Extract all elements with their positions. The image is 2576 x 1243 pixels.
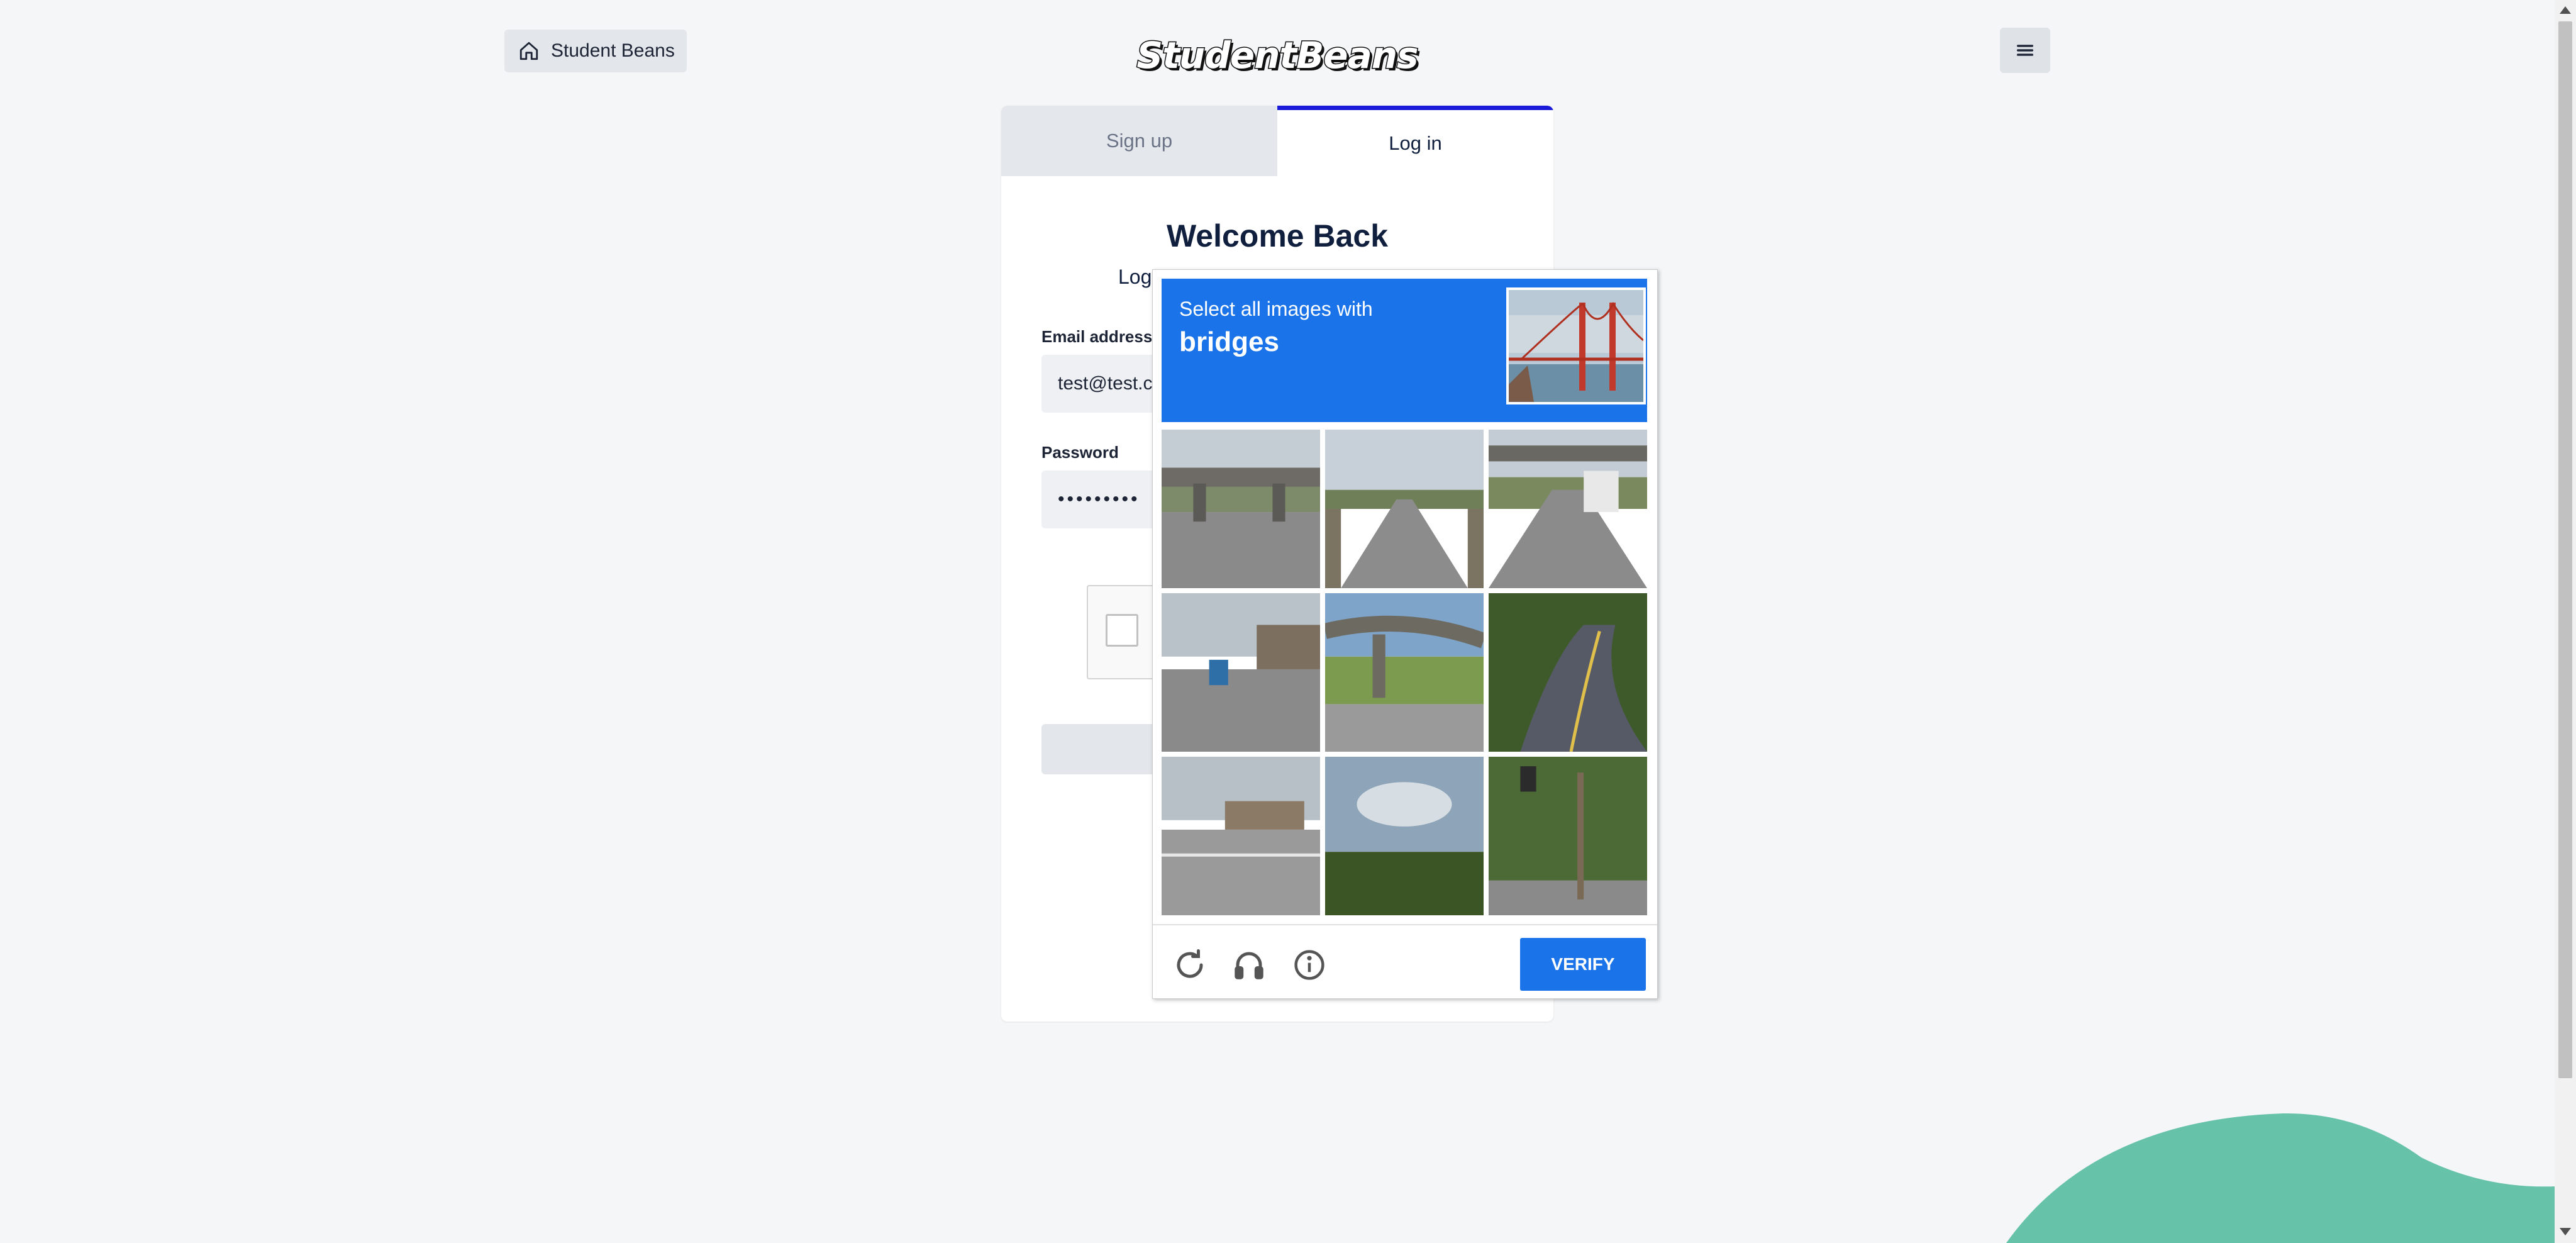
captcha-tile[interactable]	[1325, 757, 1484, 915]
tab-log-in[interactable]: Log in	[1277, 106, 1553, 176]
scroll-down-arrow[interactable]	[2560, 1228, 2571, 1235]
captcha-tile[interactable]	[1325, 430, 1484, 588]
captcha-challenge: Select all images with bridges VERIFY	[1152, 269, 1658, 999]
tab-sign-up[interactable]: Sign up	[1001, 106, 1277, 176]
page-title: Welcome Back	[1166, 218, 1389, 254]
audio-icon[interactable]	[1232, 948, 1266, 982]
verify-button[interactable]: VERIFY	[1520, 938, 1646, 991]
info-icon[interactable]	[1292, 948, 1326, 982]
studentbeans-logo[interactable]: StudentBeans	[1136, 33, 1419, 78]
decorative-blob	[2006, 1113, 2555, 1243]
captcha-tile[interactable]	[1162, 430, 1320, 588]
captcha-example-image	[1506, 287, 1646, 404]
captcha-image-grid	[1162, 430, 1647, 917]
login-subtitle: Log	[1118, 265, 1152, 288]
home-button[interactable]: Student Beans	[504, 30, 687, 72]
captcha-tile[interactable]	[1162, 593, 1320, 752]
captcha-tile[interactable]	[1489, 593, 1647, 752]
scroll-up-arrow[interactable]	[2560, 6, 2571, 14]
captcha-header: Select all images with bridges	[1162, 279, 1647, 422]
scroll-thumb[interactable]	[2558, 21, 2572, 1078]
captcha-keyword: bridges	[1179, 326, 1279, 357]
auth-tabs: Sign up Log in	[1001, 106, 1553, 176]
password-label: Password	[1041, 443, 1119, 462]
page-scrollbar[interactable]	[2555, 0, 2576, 1243]
captcha-prompt: Select all images with	[1179, 298, 1373, 320]
captcha-tile[interactable]	[1162, 757, 1320, 915]
recaptcha-checkbox[interactable]	[1106, 614, 1138, 647]
reload-icon[interactable]	[1173, 948, 1207, 982]
home-button-label: Student Beans	[551, 40, 675, 61]
menu-button[interactable]	[2000, 28, 2050, 73]
captcha-footer: VERIFY	[1153, 924, 1657, 1000]
email-label: Email address	[1041, 327, 1153, 346]
captcha-tile[interactable]	[1489, 757, 1647, 915]
home-icon	[519, 42, 538, 60]
captcha-tile[interactable]	[1325, 593, 1484, 752]
hamburger-icon	[2016, 45, 2034, 56]
captcha-tile[interactable]	[1489, 430, 1647, 588]
